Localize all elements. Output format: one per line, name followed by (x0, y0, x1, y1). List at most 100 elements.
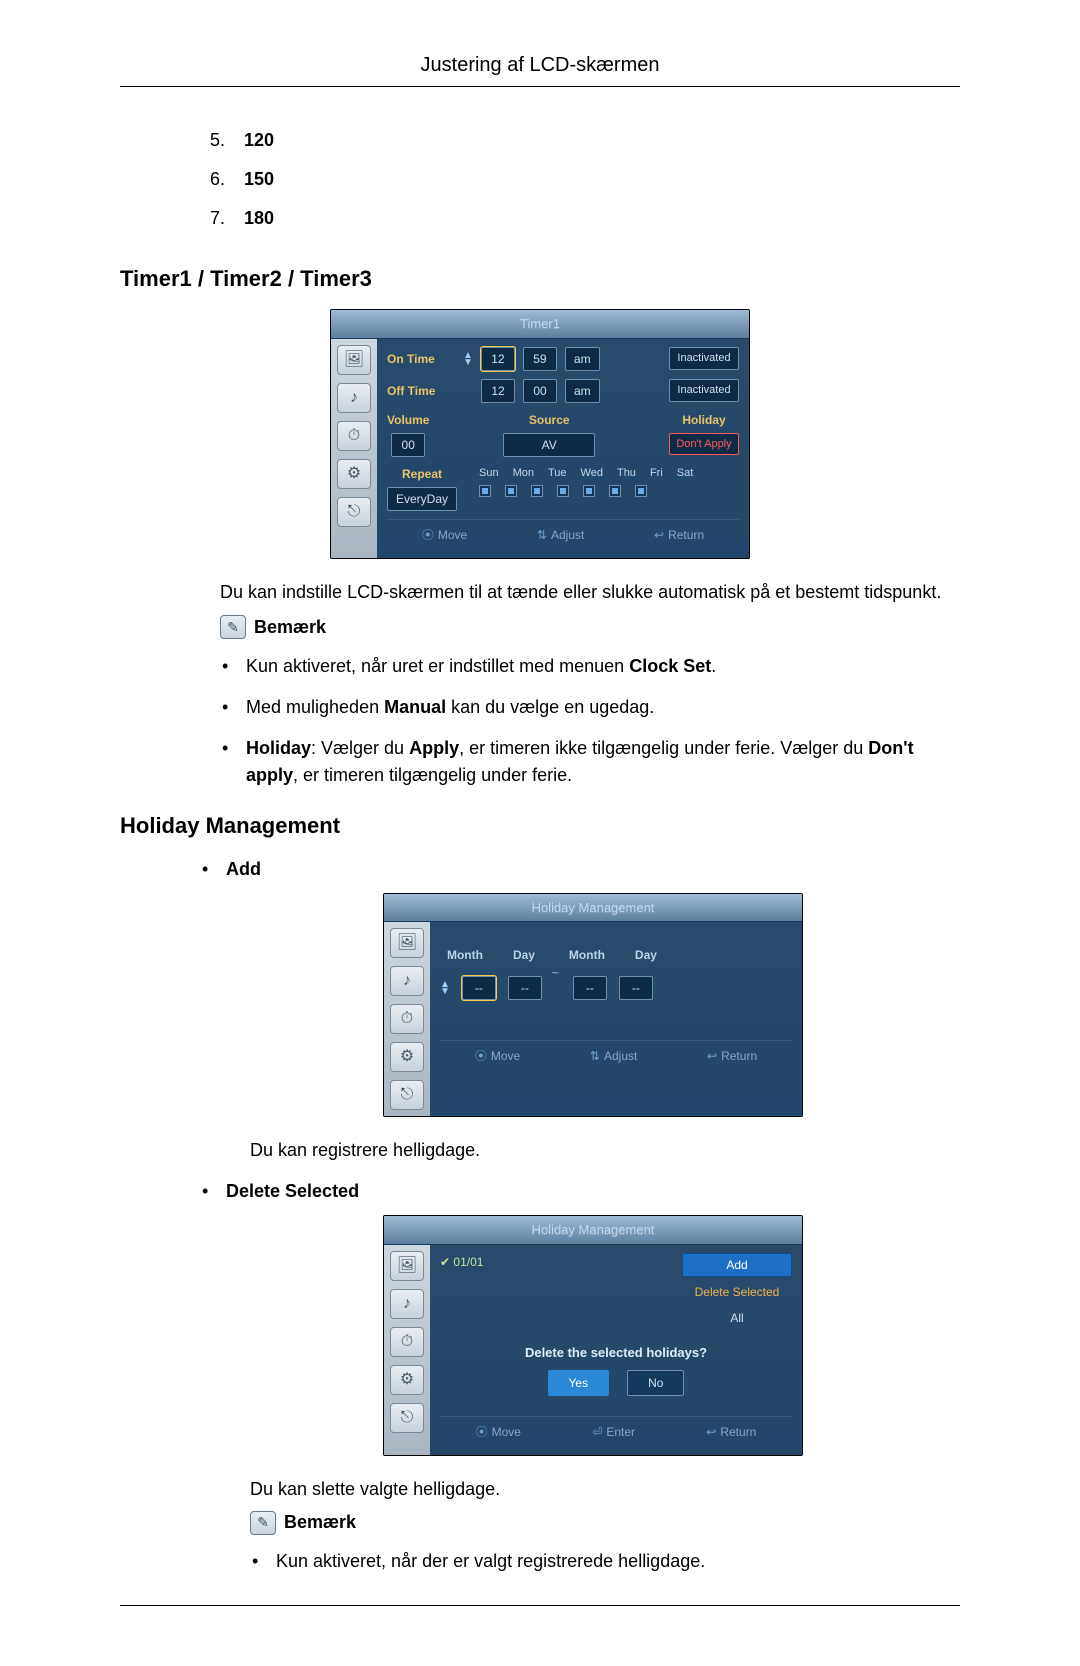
holiday-add-osd: Holiday Management 🖼 ♪ ⏱ ⚙ ⎋ Month (383, 893, 803, 1118)
holiday-value[interactable]: Don't Apply (669, 433, 739, 456)
day-check-wed[interactable] (557, 485, 569, 497)
holiday-date-range: Month Day ▲▼ -- -- ~ (440, 946, 792, 1000)
sound-icon[interactable]: ♪ (390, 966, 424, 996)
note-icon: ✎ (220, 615, 246, 639)
yes-button[interactable]: Yes (548, 1370, 610, 1396)
off-time-ampm[interactable]: am (565, 379, 600, 403)
osd-sidebar: 🖼 ♪ ⏱ ⚙ ⎋ (384, 922, 430, 1116)
on-time-row: On Time ▲▼ 12 59 am Inactivated (387, 347, 739, 371)
menu-add[interactable]: Add (682, 1253, 792, 1277)
add-paragraph: Du kan registrere helligdage. (250, 1137, 960, 1164)
section-timer-title: Timer1 / Timer2 / Timer3 (120, 262, 960, 295)
no-button[interactable]: No (627, 1370, 684, 1396)
off-time-hour[interactable]: 12 (481, 379, 515, 403)
holiday-label: Holiday (682, 411, 725, 429)
repeat-value[interactable]: EveryDay (387, 487, 457, 511)
day-check-sun[interactable] (479, 485, 491, 497)
numbered-list: 5.120 6.150 7.180 (210, 127, 960, 232)
on-time-min[interactable]: 59 (523, 347, 557, 371)
on-time-label: On Time (387, 350, 455, 368)
osd-footer: ⦿Move ⇅Adjust ↩Return (387, 519, 739, 552)
days-checkboxes (479, 485, 693, 497)
list-item: 7.180 (210, 205, 960, 232)
off-time-min[interactable]: 00 (523, 379, 557, 403)
source-label: Source (529, 411, 570, 429)
holiday-delete-item: Delete Selected Holiday Management 🖼 ♪ ⏱… (200, 1178, 960, 1575)
spinner-arrows-icon[interactable]: ▲▼ (463, 352, 473, 366)
day-check-tue[interactable] (531, 485, 543, 497)
osd-title: Timer1 (331, 310, 749, 339)
off-time-label: Off Time (387, 382, 455, 400)
repeat-label: Repeat (402, 465, 442, 483)
sound-icon[interactable]: ♪ (390, 1289, 424, 1319)
start-day[interactable]: -- (508, 976, 542, 1000)
page-title: Justering af LCD-skærmen (120, 50, 960, 87)
day-header: Day (513, 946, 535, 964)
sound-icon[interactable]: ♪ (337, 383, 371, 413)
note-row: ✎ Bemærk (220, 614, 960, 641)
gear-icon[interactable]: ⚙ (337, 459, 371, 489)
menu-all[interactable]: All (682, 1307, 792, 1329)
start-month[interactable]: -- (462, 976, 496, 1000)
footer-move: ⦿Move (476, 1423, 521, 1441)
spinner-arrows-icon[interactable]: ▲▼ (440, 981, 450, 995)
on-time-ampm[interactable]: am (565, 347, 600, 371)
end-month[interactable]: -- (573, 976, 607, 1000)
delete-notes-list: Kun aktiveret, når der er valgt registre… (250, 1548, 960, 1575)
list-item: Kun aktiveret, når der er valgt registre… (250, 1548, 960, 1575)
osd-sidebar: 🖼 ♪ ⏱ ⚙ ⎋ (384, 1245, 430, 1456)
off-time-status[interactable]: Inactivated (669, 379, 739, 402)
note-label: Bemærk (254, 614, 326, 641)
off-time-row: Off Time 12 00 am Inactivated (387, 379, 739, 403)
exit-icon[interactable]: ⎋ (337, 497, 371, 527)
list-item: Kun aktiveret, når uret er indstillet me… (220, 653, 960, 680)
month-header: Month (447, 946, 483, 964)
repeat-row: Repeat EveryDay SunMonTueWedThuFriSat (387, 465, 739, 511)
range-tilde: ~ (552, 964, 559, 982)
clock-icon[interactable]: ⏱ (390, 1327, 424, 1357)
note-label: Bemærk (284, 1509, 356, 1536)
gear-icon[interactable]: ⚙ (390, 1042, 424, 1072)
on-time-hour[interactable]: 12 (481, 347, 515, 371)
footer-return: ↩Return (707, 1047, 757, 1065)
exit-icon[interactable]: ⎋ (390, 1080, 424, 1110)
exit-icon[interactable]: ⎋ (390, 1403, 424, 1433)
volume-value[interactable]: 00 (391, 433, 425, 457)
note-icon: ✎ (250, 1511, 276, 1535)
list-item: Med muligheden Manual kan du vælge en ug… (220, 694, 960, 721)
note-row: ✎ Bemærk (250, 1509, 960, 1536)
clock-icon[interactable]: ⏱ (390, 1004, 424, 1034)
day-check-mon[interactable] (505, 485, 517, 497)
list-item: Holiday: Vælger du Apply, er timeren ikk… (220, 735, 960, 789)
picture-icon[interactable]: 🖼 (390, 928, 424, 958)
footer-rule (120, 1605, 960, 1606)
vol-src-holiday-row: Volume 00 Source AV Holiday Don't Apply (387, 411, 739, 457)
osd-title: Holiday Management (384, 894, 802, 923)
source-value[interactable]: AV (503, 433, 595, 457)
delete-label: Delete Selected (226, 1181, 359, 1201)
day-check-thu[interactable] (583, 485, 595, 497)
menu-delete-selected[interactable]: Delete Selected (682, 1281, 792, 1303)
clock-icon[interactable]: ⏱ (337, 421, 371, 451)
day-check-sat[interactable] (635, 485, 647, 497)
day-check-fri[interactable] (609, 485, 621, 497)
on-time-status[interactable]: Inactivated (669, 347, 739, 370)
holiday-delete-osd: Holiday Management 🖼 ♪ ⏱ ⚙ ⎋ ✔ 01/01 Ad (383, 1215, 803, 1456)
osd-footer: ⦿Move ⏎Enter ↩Return (440, 1416, 792, 1449)
picture-icon[interactable]: 🖼 (337, 345, 371, 375)
end-day[interactable]: -- (619, 976, 653, 1000)
footer-adjust: ⇅Adjust (537, 526, 584, 544)
picture-icon[interactable]: 🖼 (390, 1251, 424, 1281)
timer-notes-list: Kun aktiveret, når uret er indstillet me… (220, 653, 960, 789)
osd-sidebar: 🖼 ♪ ⏱ ⚙ ⎋ (331, 339, 377, 558)
context-menu: Add Delete Selected All (682, 1253, 792, 1329)
delete-paragraph: Du kan slette valgte helligdage. (250, 1476, 960, 1503)
holiday-add-item: Add Holiday Management 🖼 ♪ ⏱ ⚙ ⎋ (200, 856, 960, 1165)
add-label: Add (226, 859, 261, 879)
gear-icon[interactable]: ⚙ (390, 1365, 424, 1395)
footer-move: ⦿Move (422, 526, 467, 544)
footer-return: ↩Return (654, 526, 704, 544)
holiday-date-checked[interactable]: ✔ 01/01 (440, 1253, 483, 1271)
section-holiday-title: Holiday Management (120, 809, 960, 842)
footer-adjust: ⇅Adjust (590, 1047, 637, 1065)
